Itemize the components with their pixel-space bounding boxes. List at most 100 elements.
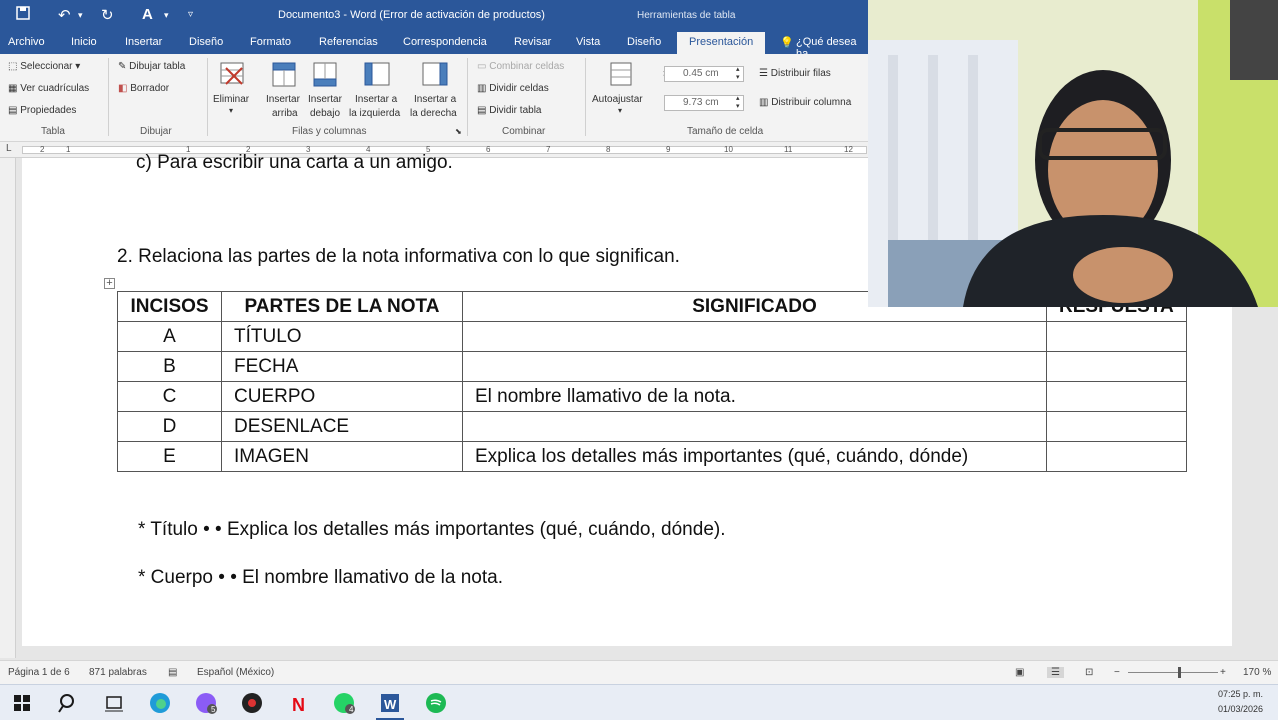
delete-label[interactable]: Eliminar — [213, 94, 249, 105]
select-button[interactable]: ⬚ Seleccionar ▾ — [8, 61, 80, 72]
properties-button[interactable]: ▤ Propiedades — [8, 105, 76, 116]
view-gridlines-button[interactable]: ▦ Ver cuadrículas — [8, 83, 89, 94]
read-mode-icon[interactable]: ▣ — [1015, 667, 1024, 678]
customize-toolbar-icon[interactable]: ▿ — [188, 9, 193, 20]
tab-revisar[interactable]: Revisar — [514, 36, 551, 48]
font-color-icon[interactable]: A — [142, 6, 153, 23]
word-count[interactable]: 871 palabras — [89, 667, 147, 678]
tab-presentacion[interactable]: Presentación — [677, 32, 766, 54]
vertical-ruler[interactable] — [0, 158, 16, 658]
insert-right-label-2[interactable]: la derecha — [410, 108, 457, 119]
proofing-icon[interactable]: ▤ — [168, 667, 177, 678]
distribute-rows-button[interactable]: ☰ Distribuir filas — [759, 68, 831, 79]
table-cell[interactable]: E — [117, 441, 222, 472]
insert-above-label-1[interactable]: Insertar — [266, 94, 300, 105]
table-cell[interactable]: TÍTULO — [221, 321, 463, 352]
zoom-out-icon[interactable]: − — [1114, 667, 1120, 678]
tab-archivo[interactable]: Archivo — [8, 36, 45, 48]
search-icon[interactable] — [56, 691, 80, 715]
table-row: E IMAGEN Explica los detalles más import… — [117, 441, 1187, 472]
zoom-slider-thumb[interactable] — [1178, 667, 1181, 678]
zoom-level[interactable]: 170 % — [1243, 667, 1271, 678]
autofit-dropdown-icon[interactable]: ▾ — [618, 106, 622, 115]
insert-left-label-2[interactable]: la izquierda — [349, 108, 400, 119]
row-height-spinner[interactable]: ▴ ▾ — [736, 66, 740, 82]
web-layout-icon[interactable]: ⊡ — [1085, 667, 1093, 678]
insert-left-icon[interactable] — [362, 60, 392, 88]
page-count[interactable]: Página 1 de 6 — [8, 667, 70, 678]
split-cells-button[interactable]: ▥ Dividir celdas — [477, 83, 549, 94]
table-cell[interactable] — [462, 411, 1047, 442]
table-cell[interactable] — [1046, 441, 1187, 472]
table-cell[interactable]: DESENLACE — [221, 411, 463, 442]
insert-above-label-2[interactable]: arriba — [272, 108, 298, 119]
tab-vista[interactable]: Vista — [576, 36, 600, 48]
autofit-label[interactable]: Autoajustar — [592, 94, 643, 105]
tab-selector-icon[interactable]: L — [6, 143, 12, 154]
windows-start-icon[interactable] — [10, 691, 34, 715]
insert-right-icon[interactable] — [420, 60, 450, 88]
dialog-launcher-icon[interactable]: ⬊ — [455, 127, 462, 136]
insert-left-label-1[interactable]: Insertar a — [355, 94, 397, 105]
col-width-input[interactable]: 9.73 cm — [664, 95, 744, 111]
zoom-slider[interactable] — [1128, 672, 1218, 673]
tray-time[interactable]: 07:25 p. m. — [1218, 689, 1263, 699]
edge-icon[interactable] — [148, 691, 172, 715]
row-height-input[interactable]: 0.45 cm — [664, 66, 744, 82]
print-layout-icon[interactable]: ☰ — [1047, 667, 1064, 678]
insert-above-icon[interactable] — [270, 60, 300, 88]
split-table-button[interactable]: ▤ Dividir tabla — [477, 105, 541, 116]
word-taskbar-icon[interactable]: W — [378, 691, 402, 715]
insert-below-label-2[interactable]: debajo — [310, 108, 340, 119]
table-move-handle-icon[interactable]: + — [104, 278, 115, 289]
insert-right-label-1[interactable]: Insertar a — [414, 94, 456, 105]
table-cell[interactable] — [1046, 351, 1187, 382]
language[interactable]: Español (México) — [197, 667, 274, 678]
col-width-spinner[interactable]: ▴ ▾ — [736, 95, 740, 111]
distribute-columns-label: Distribuir columna — [771, 97, 852, 108]
table-cell[interactable]: El nombre llamativo de la nota. — [462, 381, 1047, 412]
table-cell[interactable]: FECHA — [221, 351, 463, 382]
redo-icon[interactable]: ↻ — [101, 6, 114, 24]
table-cell[interactable] — [1046, 411, 1187, 442]
tab-insertar[interactable]: Insertar — [125, 36, 162, 48]
table-cell[interactable]: D — [117, 411, 222, 442]
font-color-dropdown-icon[interactable]: ▾ — [164, 10, 169, 21]
ribbon: ⬚ Seleccionar ▾ ▦ Ver cuadrículas ▤ Prop… — [0, 54, 868, 142]
undo-icon[interactable]: ↶ — [58, 6, 71, 24]
save-icon[interactable] — [16, 6, 30, 24]
tab-diseno-tabla[interactable]: Diseño — [627, 36, 661, 48]
distribute-columns-button[interactable]: ▥ Distribuir columna — [759, 97, 851, 108]
table-cell[interactable] — [462, 351, 1047, 382]
table-cell[interactable]: Explica los detalles más importantes (qu… — [462, 441, 1047, 472]
table-cell[interactable]: CUERPO — [221, 381, 463, 412]
undo-dropdown-icon[interactable]: ▾ — [78, 10, 83, 21]
tab-diseno[interactable]: Diseño — [189, 36, 223, 48]
tab-correspondencia[interactable]: Correspondencia — [403, 36, 487, 48]
tab-referencias[interactable]: Referencias — [319, 36, 378, 48]
table-cell[interactable] — [462, 321, 1047, 352]
camera-app-icon[interactable] — [240, 691, 264, 715]
delete-table-icon[interactable] — [218, 60, 248, 88]
eraser-button[interactable]: ◧ Borrador — [118, 83, 169, 94]
table-cell[interactable]: IMAGEN — [221, 441, 463, 472]
zoom-in-icon[interactable]: + — [1220, 667, 1226, 678]
draw-table-button[interactable]: ✎ Dibujar tabla — [118, 61, 185, 72]
netflix-icon[interactable]: N — [286, 691, 310, 715]
insert-below-icon[interactable] — [311, 60, 341, 88]
parts-table[interactable]: INCISOS PARTES DE LA NOTA SIGNIFICADO RE… — [117, 291, 1187, 472]
autofit-icon[interactable] — [607, 60, 637, 88]
task-view-icon[interactable] — [102, 691, 126, 715]
spotify-icon[interactable] — [424, 691, 448, 715]
table-cell[interactable]: B — [117, 351, 222, 382]
tab-formato[interactable]: Formato — [250, 36, 291, 48]
tab-inicio[interactable]: Inicio — [71, 36, 97, 48]
tray-date[interactable]: 01/03/2026 — [1218, 704, 1263, 714]
table-cell[interactable] — [1046, 321, 1187, 352]
insert-below-label-1[interactable]: Insertar — [308, 94, 342, 105]
table-cell[interactable]: C — [117, 381, 222, 412]
table-cell[interactable]: A — [117, 321, 222, 352]
table-cell[interactable] — [1046, 381, 1187, 412]
merge-cells-button[interactable]: ▭ Combinar celdas — [477, 61, 564, 72]
delete-dropdown-icon[interactable]: ▾ — [229, 106, 233, 115]
